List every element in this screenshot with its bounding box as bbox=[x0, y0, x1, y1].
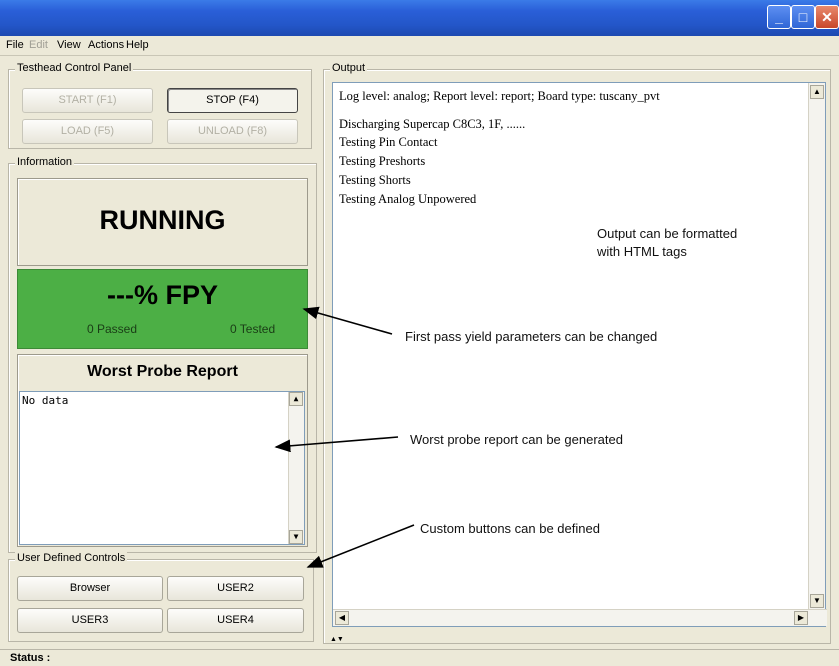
status-bar: Status : bbox=[0, 649, 839, 666]
annotation-arrows bbox=[274, 306, 415, 568]
arrow-custom-buttons bbox=[306, 524, 415, 568]
arrow-fpy bbox=[302, 306, 393, 335]
arrow-worst-probe bbox=[274, 436, 399, 453]
status-label: Status : bbox=[10, 652, 51, 664]
